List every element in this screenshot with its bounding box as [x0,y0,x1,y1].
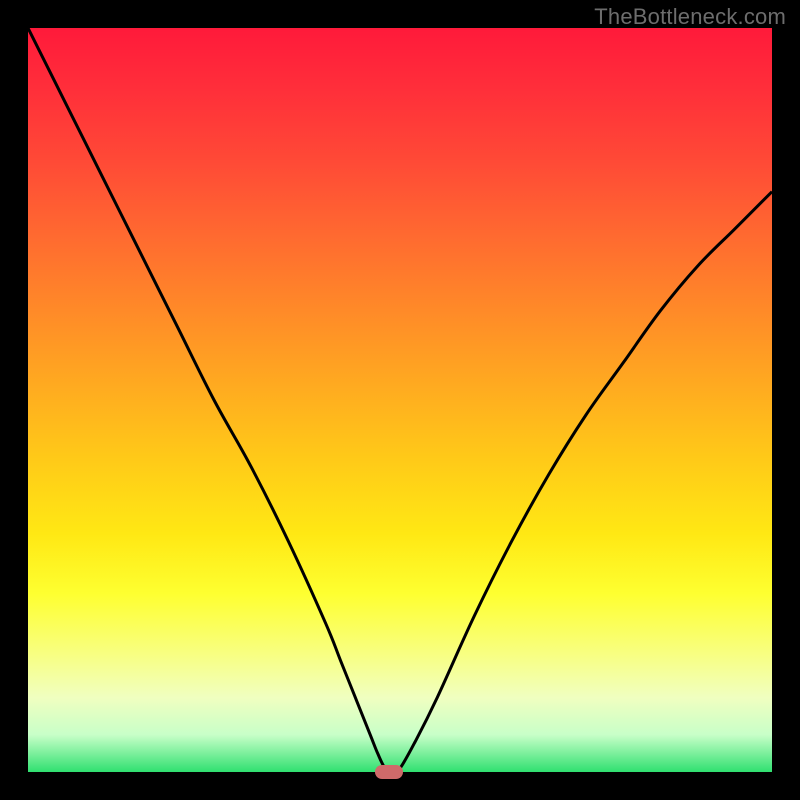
minimum-marker [375,765,403,779]
watermark-text: TheBottleneck.com [594,4,786,30]
chart-outer-frame: TheBottleneck.com [0,0,800,800]
bottleneck-curve-path [28,28,772,772]
bottleneck-curve [28,28,772,772]
chart-plot-area [28,28,772,772]
